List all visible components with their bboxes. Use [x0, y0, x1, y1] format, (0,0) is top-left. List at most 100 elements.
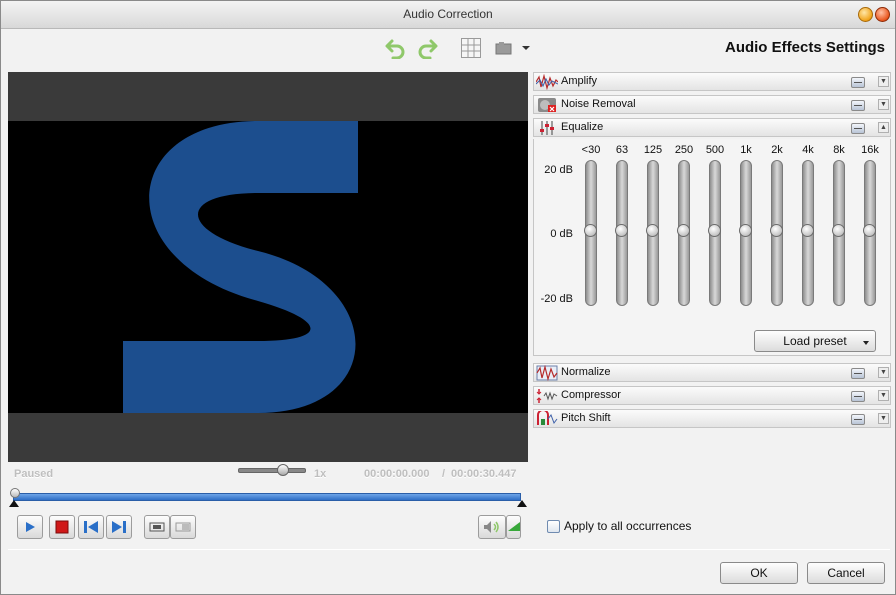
expand-chevron-icon[interactable]: ▼ [878, 99, 889, 110]
effect-amplify-label: Amplify [561, 75, 598, 87]
speed-slider-track[interactable] [238, 468, 306, 473]
minimize-button[interactable] [858, 7, 873, 22]
timeline-bar[interactable] [13, 493, 521, 501]
expand-chevron-icon[interactable]: ▼ [878, 413, 889, 424]
effect-compressor-label: Compressor [561, 389, 621, 401]
band-label: <30 [581, 144, 601, 156]
volume-button[interactable] [478, 515, 506, 539]
equalizer-icon [540, 121, 554, 135]
eq-slider-thumb[interactable] [677, 224, 690, 237]
effect-normalize-label: Normalize [561, 366, 611, 378]
audio-correction-window: Audio Correction Audio Effects Settings … [0, 0, 896, 595]
playback-speed: 1x [314, 468, 327, 480]
effect-amplify[interactable]: Amplify ▼ [533, 72, 891, 91]
eq-slider-thumb[interactable] [646, 224, 659, 237]
eq-slider-thumb[interactable] [708, 224, 721, 237]
effect-pitch-shift-toggle[interactable] [851, 414, 865, 425]
frames-icon [149, 522, 165, 532]
effect-pitch-shift[interactable]: Pitch Shift ▼ [533, 409, 891, 428]
eq-slider-thumb[interactable] [770, 224, 783, 237]
waveform-icon [536, 74, 558, 90]
skip-forward-icon [112, 521, 126, 533]
undo-arrow-icon [385, 39, 405, 59]
redo-button[interactable] [417, 37, 439, 59]
ok-button[interactable]: OK [720, 562, 798, 584]
grid-icon [461, 38, 481, 58]
undo-button[interactable] [384, 37, 406, 59]
current-time: 00:00:00.000 [364, 468, 430, 480]
expand-chevron-icon[interactable]: ▼ [878, 390, 889, 401]
eq-slider-thumb[interactable] [584, 224, 597, 237]
compressor-icon [536, 389, 558, 403]
noise-icon [538, 98, 556, 112]
normalize-icon [536, 365, 558, 381]
apply-all-label: Apply to all occurrences [564, 519, 692, 533]
split-view-icon [175, 522, 191, 532]
window-title: Audio Correction [403, 7, 493, 21]
eq-slider-thumb[interactable] [801, 224, 814, 237]
effect-compressor-toggle[interactable] [851, 391, 865, 402]
eq-slider-thumb[interactable] [863, 224, 876, 237]
effect-noise-removal-toggle[interactable] [851, 100, 865, 111]
footer-separator [8, 549, 890, 550]
effect-noise-removal-label: Noise Removal [561, 98, 636, 110]
timeline-thumb[interactable] [10, 488, 20, 498]
speed-slider-thumb[interactable] [277, 464, 290, 476]
band-label: 16k [861, 144, 879, 156]
band-label: 4k [802, 144, 814, 156]
band-label: 250 [674, 144, 694, 156]
camera-icon [495, 42, 512, 55]
band-label: 8k [833, 144, 845, 156]
load-preset-label: Load preset [783, 334, 847, 348]
chevron-down-icon [522, 46, 530, 50]
volume-level-button[interactable] [506, 515, 521, 539]
eq-slider-thumb[interactable] [832, 224, 845, 237]
start-marker-icon[interactable] [9, 500, 19, 507]
effect-compressor[interactable]: Compressor ▼ [533, 386, 891, 405]
previous-button[interactable] [78, 515, 104, 539]
cancel-button[interactable]: Cancel [807, 562, 885, 584]
db-mid-label: 0 dB [550, 228, 573, 240]
expand-chevron-icon[interactable]: ▼ [878, 367, 889, 378]
db-min-label: -20 dB [540, 293, 573, 305]
effect-normalize-toggle[interactable] [851, 368, 865, 379]
title-bar: Audio Correction [1, 1, 895, 29]
eq-slider-thumb[interactable] [615, 224, 628, 237]
eq-slider-thumb[interactable] [739, 224, 752, 237]
stop-icon [55, 520, 69, 534]
pitch-icon [537, 411, 558, 425]
band-label: 125 [643, 144, 663, 156]
collapse-chevron-icon[interactable]: ▲ [878, 122, 889, 133]
next-button[interactable] [106, 515, 132, 539]
apply-all-checkbox[interactable] [547, 520, 560, 533]
band-label: 500 [705, 144, 725, 156]
chevron-down-icon [863, 341, 869, 345]
effect-equalize[interactable]: Equalize ▲ [533, 118, 891, 137]
effect-equalize-toggle[interactable] [851, 123, 865, 134]
logo-image [123, 121, 358, 413]
speaker-icon [484, 521, 499, 533]
end-marker-icon[interactable] [517, 500, 527, 507]
video-frame [8, 121, 528, 413]
total-time: 00:00:30.447 [451, 468, 517, 480]
effect-normalize[interactable]: Normalize ▼ [533, 363, 891, 382]
effect-noise-removal[interactable]: Noise Removal ▼ [533, 95, 891, 114]
snapshot-dropdown[interactable] [518, 37, 534, 59]
frame-view-button[interactable] [144, 515, 170, 539]
stop-button[interactable] [49, 515, 75, 539]
effect-equalize-label: Equalize [561, 121, 604, 133]
load-preset-button[interactable]: Load preset [754, 330, 876, 352]
video-preview[interactable] [8, 72, 528, 462]
expand-chevron-icon[interactable]: ▼ [878, 76, 889, 87]
panel-heading: Audio Effects Settings [724, 39, 885, 56]
close-button[interactable] [875, 7, 890, 22]
player-status: Paused [14, 468, 54, 480]
grid-button[interactable] [460, 37, 482, 59]
effect-amplify-toggle[interactable] [851, 77, 865, 88]
play-button[interactable] [17, 515, 43, 539]
band-label: 63 [615, 144, 629, 156]
band-label: 1k [740, 144, 752, 156]
snapshot-button[interactable] [493, 37, 515, 59]
volume-triangle-icon [507, 522, 520, 531]
split-view-button[interactable] [170, 515, 196, 539]
